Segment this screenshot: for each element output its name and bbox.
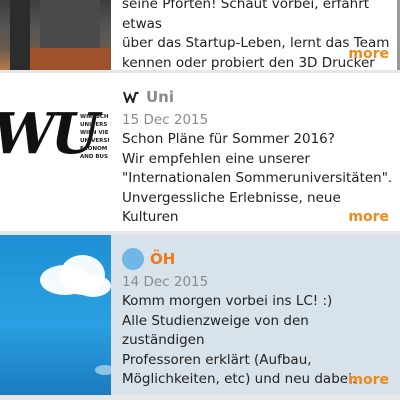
post-header: Uni <box>122 86 394 108</box>
feed-item[interactable]: ÖH 14 Dec 2015 Komm morgen vorbei ins LC… <box>0 235 400 395</box>
post-image <box>0 235 111 395</box>
logo-subtitle: WIRTSCH UNIVERS WIEN VIE UNIVERSI ECONOM… <box>80 114 110 160</box>
cloud-shape <box>95 365 111 375</box>
post-source: ÖH <box>150 250 176 268</box>
post-date: 15 Dec 2015 <box>122 112 209 128</box>
post-date: 14 Dec 2015 <box>122 274 209 290</box>
post-image <box>0 0 111 70</box>
oh-circle-icon <box>122 248 144 270</box>
post-content: ÖH 14 Dec 2015 Komm morgen vorbei ins LC… <box>111 235 400 395</box>
more-link[interactable]: more <box>348 209 389 225</box>
post-source: Uni <box>146 88 175 106</box>
feed-item[interactable]: WU WIRTSCH UNIVERS WIEN VIE UNIVERSI ECO… <box>0 73 400 231</box>
news-feed: seine Pforten! Schaut vorbei, erfahrt et… <box>0 0 400 400</box>
post-header: ÖH <box>122 248 394 270</box>
more-link[interactable]: more <box>348 372 389 388</box>
more-link[interactable]: more <box>348 46 389 62</box>
wu-logo-icon <box>122 88 140 106</box>
post-content: Uni 15 Dec 2015 Schon Pläne für Sommer 2… <box>111 73 400 231</box>
cloud-shape <box>75 275 111 297</box>
wu-logo: WU WIRTSCH UNIVERS WIEN VIE UNIVERSI ECO… <box>0 101 111 201</box>
feed-item[interactable]: seine Pforten! Schaut vorbei, erfahrt et… <box>0 0 400 70</box>
post-content: seine Pforten! Schaut vorbei, erfahrt et… <box>111 0 400 70</box>
post-image: WU WIRTSCH UNIVERS WIEN VIE UNIVERSI ECO… <box>0 73 111 231</box>
